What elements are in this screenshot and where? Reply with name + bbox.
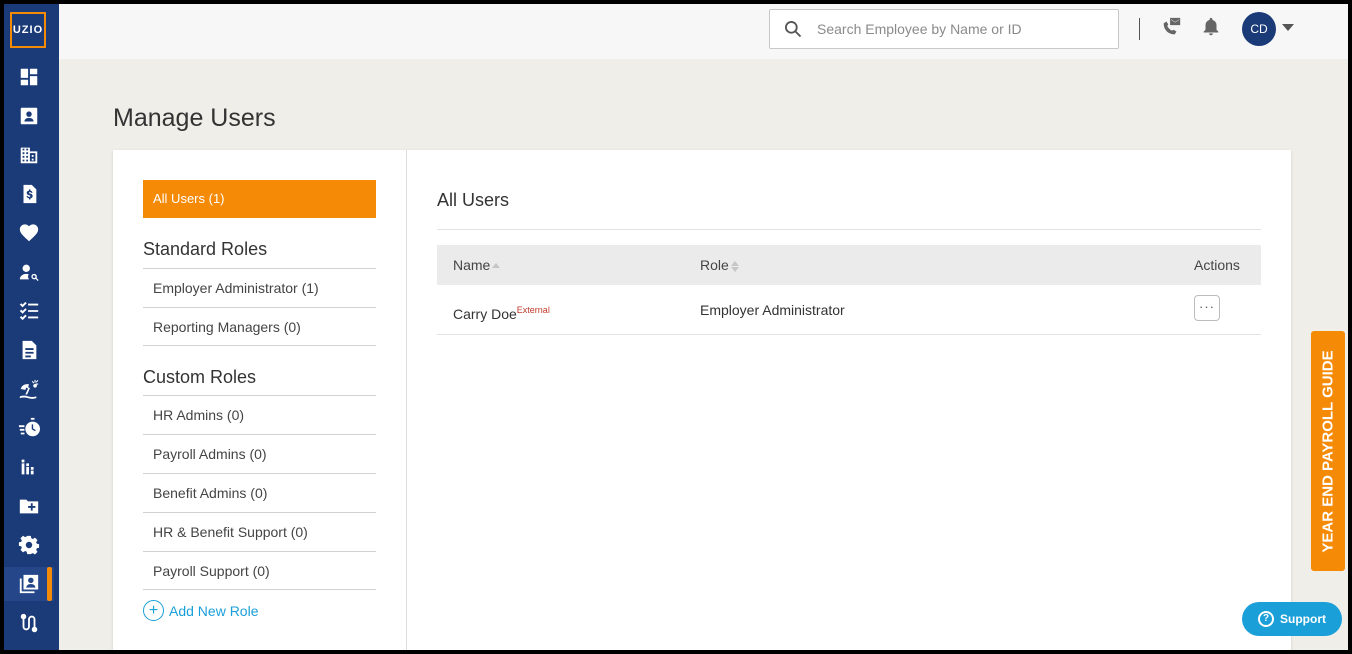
column-header-name[interactable]: Name [453, 245, 501, 285]
sidebar-item-employees[interactable] [4, 99, 54, 133]
support-label: Support [1280, 612, 1326, 626]
reports-chart-icon [21, 459, 34, 475]
search-icon [785, 21, 802, 38]
bell-icon [1203, 17, 1219, 36]
employee-card-icon [20, 107, 38, 125]
uzio-logo[interactable]: UZIO [10, 12, 46, 48]
sidebar-item-payroll[interactable] [4, 177, 54, 211]
all-users-filter[interactable]: All Users (1) [143, 180, 376, 218]
manage-users-icon [19, 574, 39, 594]
sidebar-item-integrations[interactable] [4, 606, 54, 640]
sidebar-item-benefits[interactable] [4, 216, 54, 250]
users-panel: All Users Name Role Actions Carry DoeExt… [437, 150, 1261, 650]
row-actions-button[interactable]: ··· [1194, 295, 1220, 321]
employee-search[interactable] [769, 9, 1119, 49]
plus-circle-icon: + [143, 600, 164, 621]
user-search-icon [19, 264, 39, 281]
sidebar-item-time-tracking[interactable] [4, 411, 54, 445]
custom-roles-heading: Custom Roles [143, 367, 257, 387]
user-role-cell: Employer Administrator [700, 302, 845, 318]
sort-asc-icon [492, 263, 501, 269]
sidebar-item-checklist[interactable] [4, 294, 54, 328]
user-avatar[interactable]: CD [1242, 12, 1276, 46]
sidebar-item-reports[interactable] [4, 450, 54, 484]
column-name-label: Name [453, 257, 491, 273]
messages-button[interactable] [1160, 16, 1184, 40]
time-off-beach-icon [19, 379, 39, 399]
column-header-role[interactable]: Role [700, 245, 739, 285]
chevron-down-icon[interactable] [1282, 24, 1294, 31]
table-row: Carry DoeExternal Employer Administrator… [437, 285, 1261, 335]
add-folder-icon [19, 499, 39, 514]
add-new-role-button[interactable]: + Add New Role [143, 600, 259, 621]
manage-users-card: All Users (1) Standard Roles Employer Ad… [113, 150, 1291, 650]
header-divider [1139, 18, 1140, 40]
users-table-header: Name Role Actions [437, 245, 1261, 285]
role-item-payroll-admins[interactable]: Payroll Admins (0) [143, 434, 376, 473]
sidebar: UZIO [4, 4, 59, 650]
sidebar-item-dashboard[interactable] [4, 60, 54, 94]
payroll-document-icon [23, 184, 37, 204]
dashboard-icon [20, 68, 38, 86]
role-item-hr-admins[interactable]: HR Admins (0) [143, 395, 376, 434]
timer-icon [18, 417, 40, 437]
sidebar-item-time-off[interactable] [4, 372, 54, 406]
checklist-icon [19, 301, 39, 321]
role-item-employer-administrator[interactable]: Employer Administrator (1) [143, 268, 376, 307]
settings-gear-icon [18, 535, 40, 555]
sort-icon [730, 260, 739, 272]
column-role-label: Role [700, 257, 729, 273]
year-end-payroll-guide-tab[interactable]: YEAR END PAYROLL GUIDE [1311, 331, 1345, 571]
users-section-title: All Users [437, 190, 510, 210]
sidebar-item-manage-users[interactable] [4, 567, 54, 601]
app-window: UZIO Search Employee by Name or ID CD Ma… [4, 4, 1348, 650]
roles-panel: All Users (1) Standard Roles Employer Ad… [113, 150, 407, 650]
sidebar-item-settings[interactable] [4, 528, 54, 562]
integrations-icon [20, 613, 38, 633]
sidebar-item-documents[interactable] [4, 333, 54, 367]
help-circle-icon: ? [1258, 611, 1274, 627]
notifications-button[interactable] [1200, 16, 1224, 40]
company-building-icon [20, 147, 38, 164]
top-bar: CD [59, 4, 1348, 59]
benefits-heart-icon [19, 224, 39, 242]
external-tag: External [516, 305, 550, 315]
sidebar-item-add-folder[interactable] [4, 489, 54, 523]
support-button[interactable]: ? Support [1242, 602, 1342, 636]
page-title: Manage Users [113, 104, 276, 132]
role-item-reporting-managers[interactable]: Reporting Managers (0) [143, 307, 376, 346]
role-item-payroll-support[interactable]: Payroll Support (0) [143, 551, 376, 590]
search-input[interactable] [817, 21, 1097, 37]
guide-tab-label: YEAR END PAYROLL GUIDE [1319, 349, 1337, 553]
user-name: Carry Doe [453, 306, 517, 322]
role-item-benefit-admins[interactable]: Benefit Admins (0) [143, 473, 376, 512]
sidebar-item-company[interactable] [4, 138, 54, 172]
document-icon [22, 340, 37, 360]
column-header-actions: Actions [1194, 257, 1240, 273]
sidebar-item-user-search[interactable] [4, 255, 54, 289]
phone-mail-icon [1163, 17, 1181, 35]
role-item-hr-benefit-support[interactable]: HR & Benefit Support (0) [143, 512, 376, 551]
add-new-role-label: Add New Role [169, 602, 259, 619]
standard-roles-heading: Standard Roles [143, 239, 268, 259]
user-name-cell[interactable]: Carry DoeExternal [453, 285, 550, 339]
section-divider [437, 229, 1261, 230]
